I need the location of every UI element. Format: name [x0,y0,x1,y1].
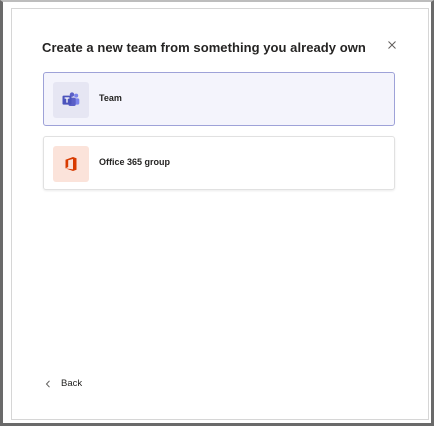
option-team[interactable]: Team [43,72,395,126]
option-office-365-group[interactable]: Office 365 group [43,136,395,190]
close-button[interactable] [384,37,400,53]
teams-icon [62,92,80,106]
back-button[interactable]: Back [45,378,82,389]
option-team-label: Team [99,93,122,103]
teams-icon-tile [53,82,89,118]
window-frame: Create a new team from something you alr… [0,0,434,426]
option-office-365-group-label: Office 365 group [99,157,171,167]
chevron-left-icon [45,379,50,388]
dialog-title: Create a new team from something you alr… [42,40,366,55]
back-label: Back [61,378,83,389]
office-icon-tile [53,146,89,182]
close-icon [388,41,396,49]
office-icon [65,157,77,171]
create-team-dialog: Create a new team from something you alr… [11,8,429,420]
